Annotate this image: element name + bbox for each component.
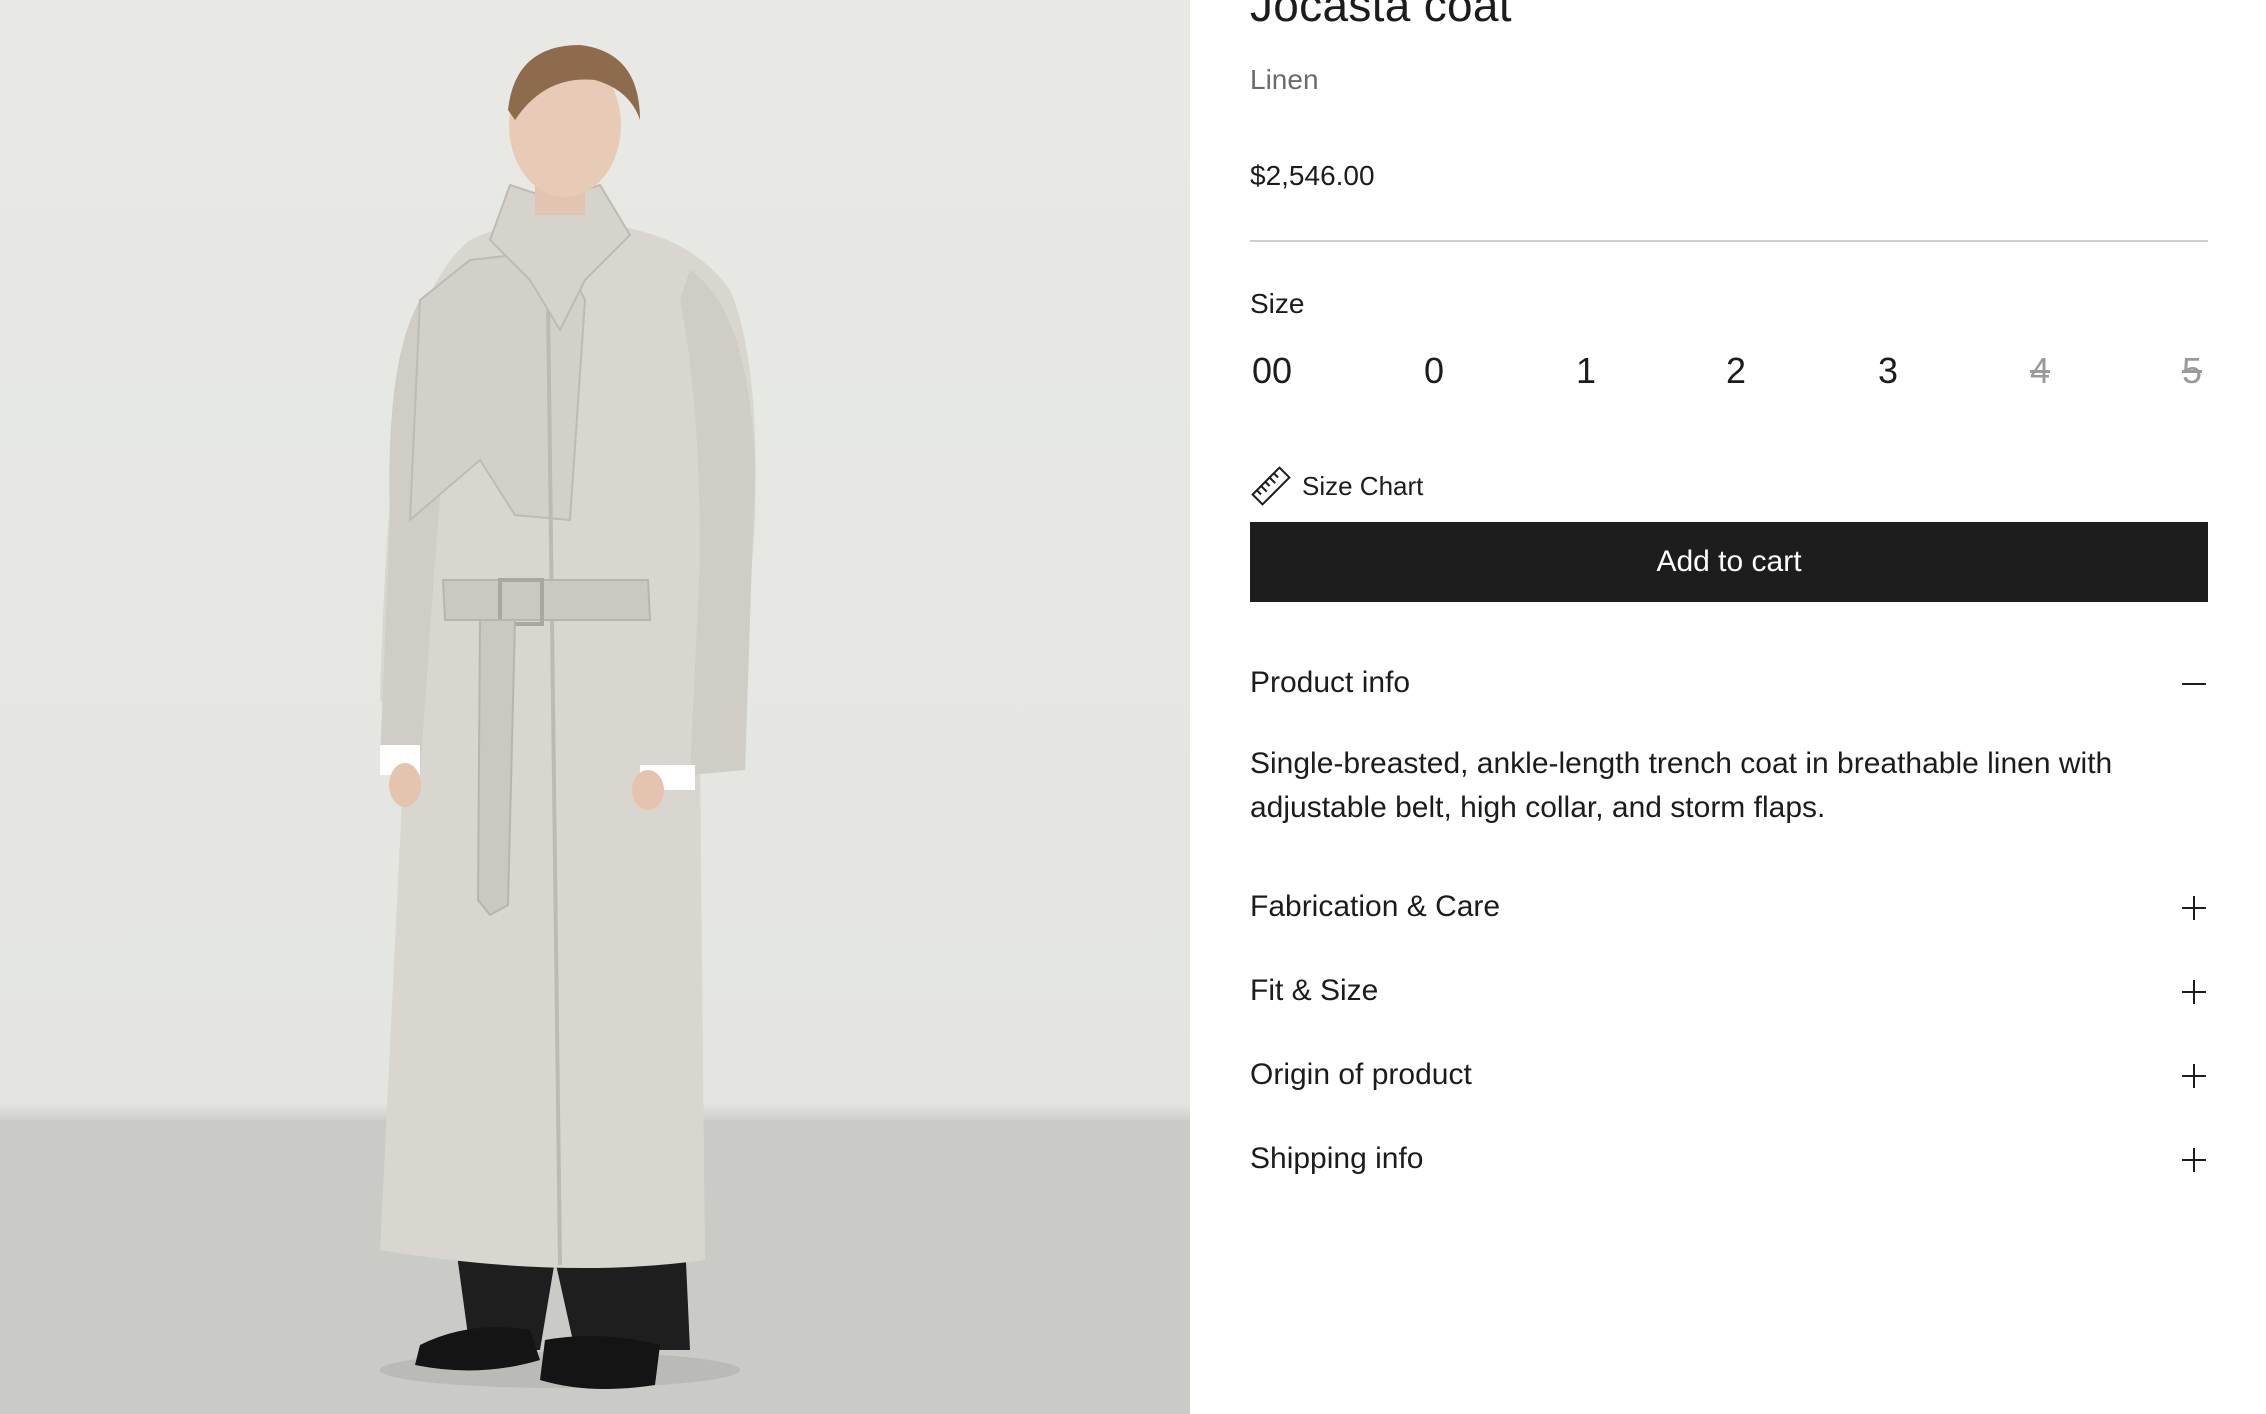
- add-to-cart-button[interactable]: Add to cart: [1250, 522, 2208, 602]
- product-description: Single-breasted, ankle-length trench coa…: [1250, 747, 2113, 824]
- size-option-4-unavailable[interactable]: 4: [2030, 350, 2050, 392]
- minus-icon: [2182, 683, 2206, 685]
- divider: [1250, 240, 2208, 242]
- plus-icon: [2182, 1148, 2206, 1172]
- size-chart-label: Size Chart: [1302, 470, 1424, 501]
- accordion-label: Fabrication & Care: [1250, 890, 1501, 923]
- size-option-2[interactable]: 2: [1726, 350, 1746, 392]
- accordion-label: Product info: [1250, 666, 1411, 699]
- plus-icon: [2182, 1064, 2206, 1088]
- size-option-5-unavailable[interactable]: 5: [2182, 350, 2202, 392]
- accordion-origin-of-product[interactable]: Origin of product: [1250, 1046, 2208, 1106]
- size-option-1[interactable]: 1: [1576, 350, 1596, 392]
- accordion-label: Fit & Size: [1250, 974, 1379, 1007]
- accordion-label: Shipping info: [1250, 1142, 1424, 1175]
- product-info-panel: Jocasta coat Linen $2,546.00 Size 00 0 1…: [1250, 0, 2208, 1414]
- accordion-label: Origin of product: [1250, 1058, 1472, 1091]
- plus-icon: [2182, 980, 2206, 1004]
- accordion-product-info[interactable]: Product info: [1250, 654, 2208, 714]
- accordion-fabrication-care[interactable]: Fabrication & Care: [1250, 878, 2208, 938]
- size-label: Size: [1250, 288, 1305, 319]
- product-image[interactable]: [0, 0, 1190, 1414]
- size-chart-link[interactable]: Size Chart: [1250, 464, 1423, 508]
- size-options: 00 0 1 2 3 4 5: [1250, 350, 2208, 398]
- size-option-00[interactable]: 00: [1252, 350, 1292, 392]
- product-page: Jocasta coat Linen $2,546.00 Size 00 0 1…: [0, 0, 2266, 1414]
- size-option-3[interactable]: 3: [1878, 350, 1898, 392]
- plus-icon: [2182, 896, 2206, 920]
- model-photo-illustration: [0, 45, 1190, 1414]
- product-material: Linen: [1250, 64, 1319, 95]
- accordion-shipping-info[interactable]: Shipping info: [1250, 1130, 2208, 1190]
- accordion-fit-size[interactable]: Fit & Size: [1250, 962, 2208, 1022]
- product-title: Jocasta coat: [1250, 0, 1512, 31]
- size-option-0[interactable]: 0: [1424, 350, 1444, 392]
- ruler-icon: [1251, 466, 1291, 506]
- product-price: $2,546.00: [1250, 160, 1375, 191]
